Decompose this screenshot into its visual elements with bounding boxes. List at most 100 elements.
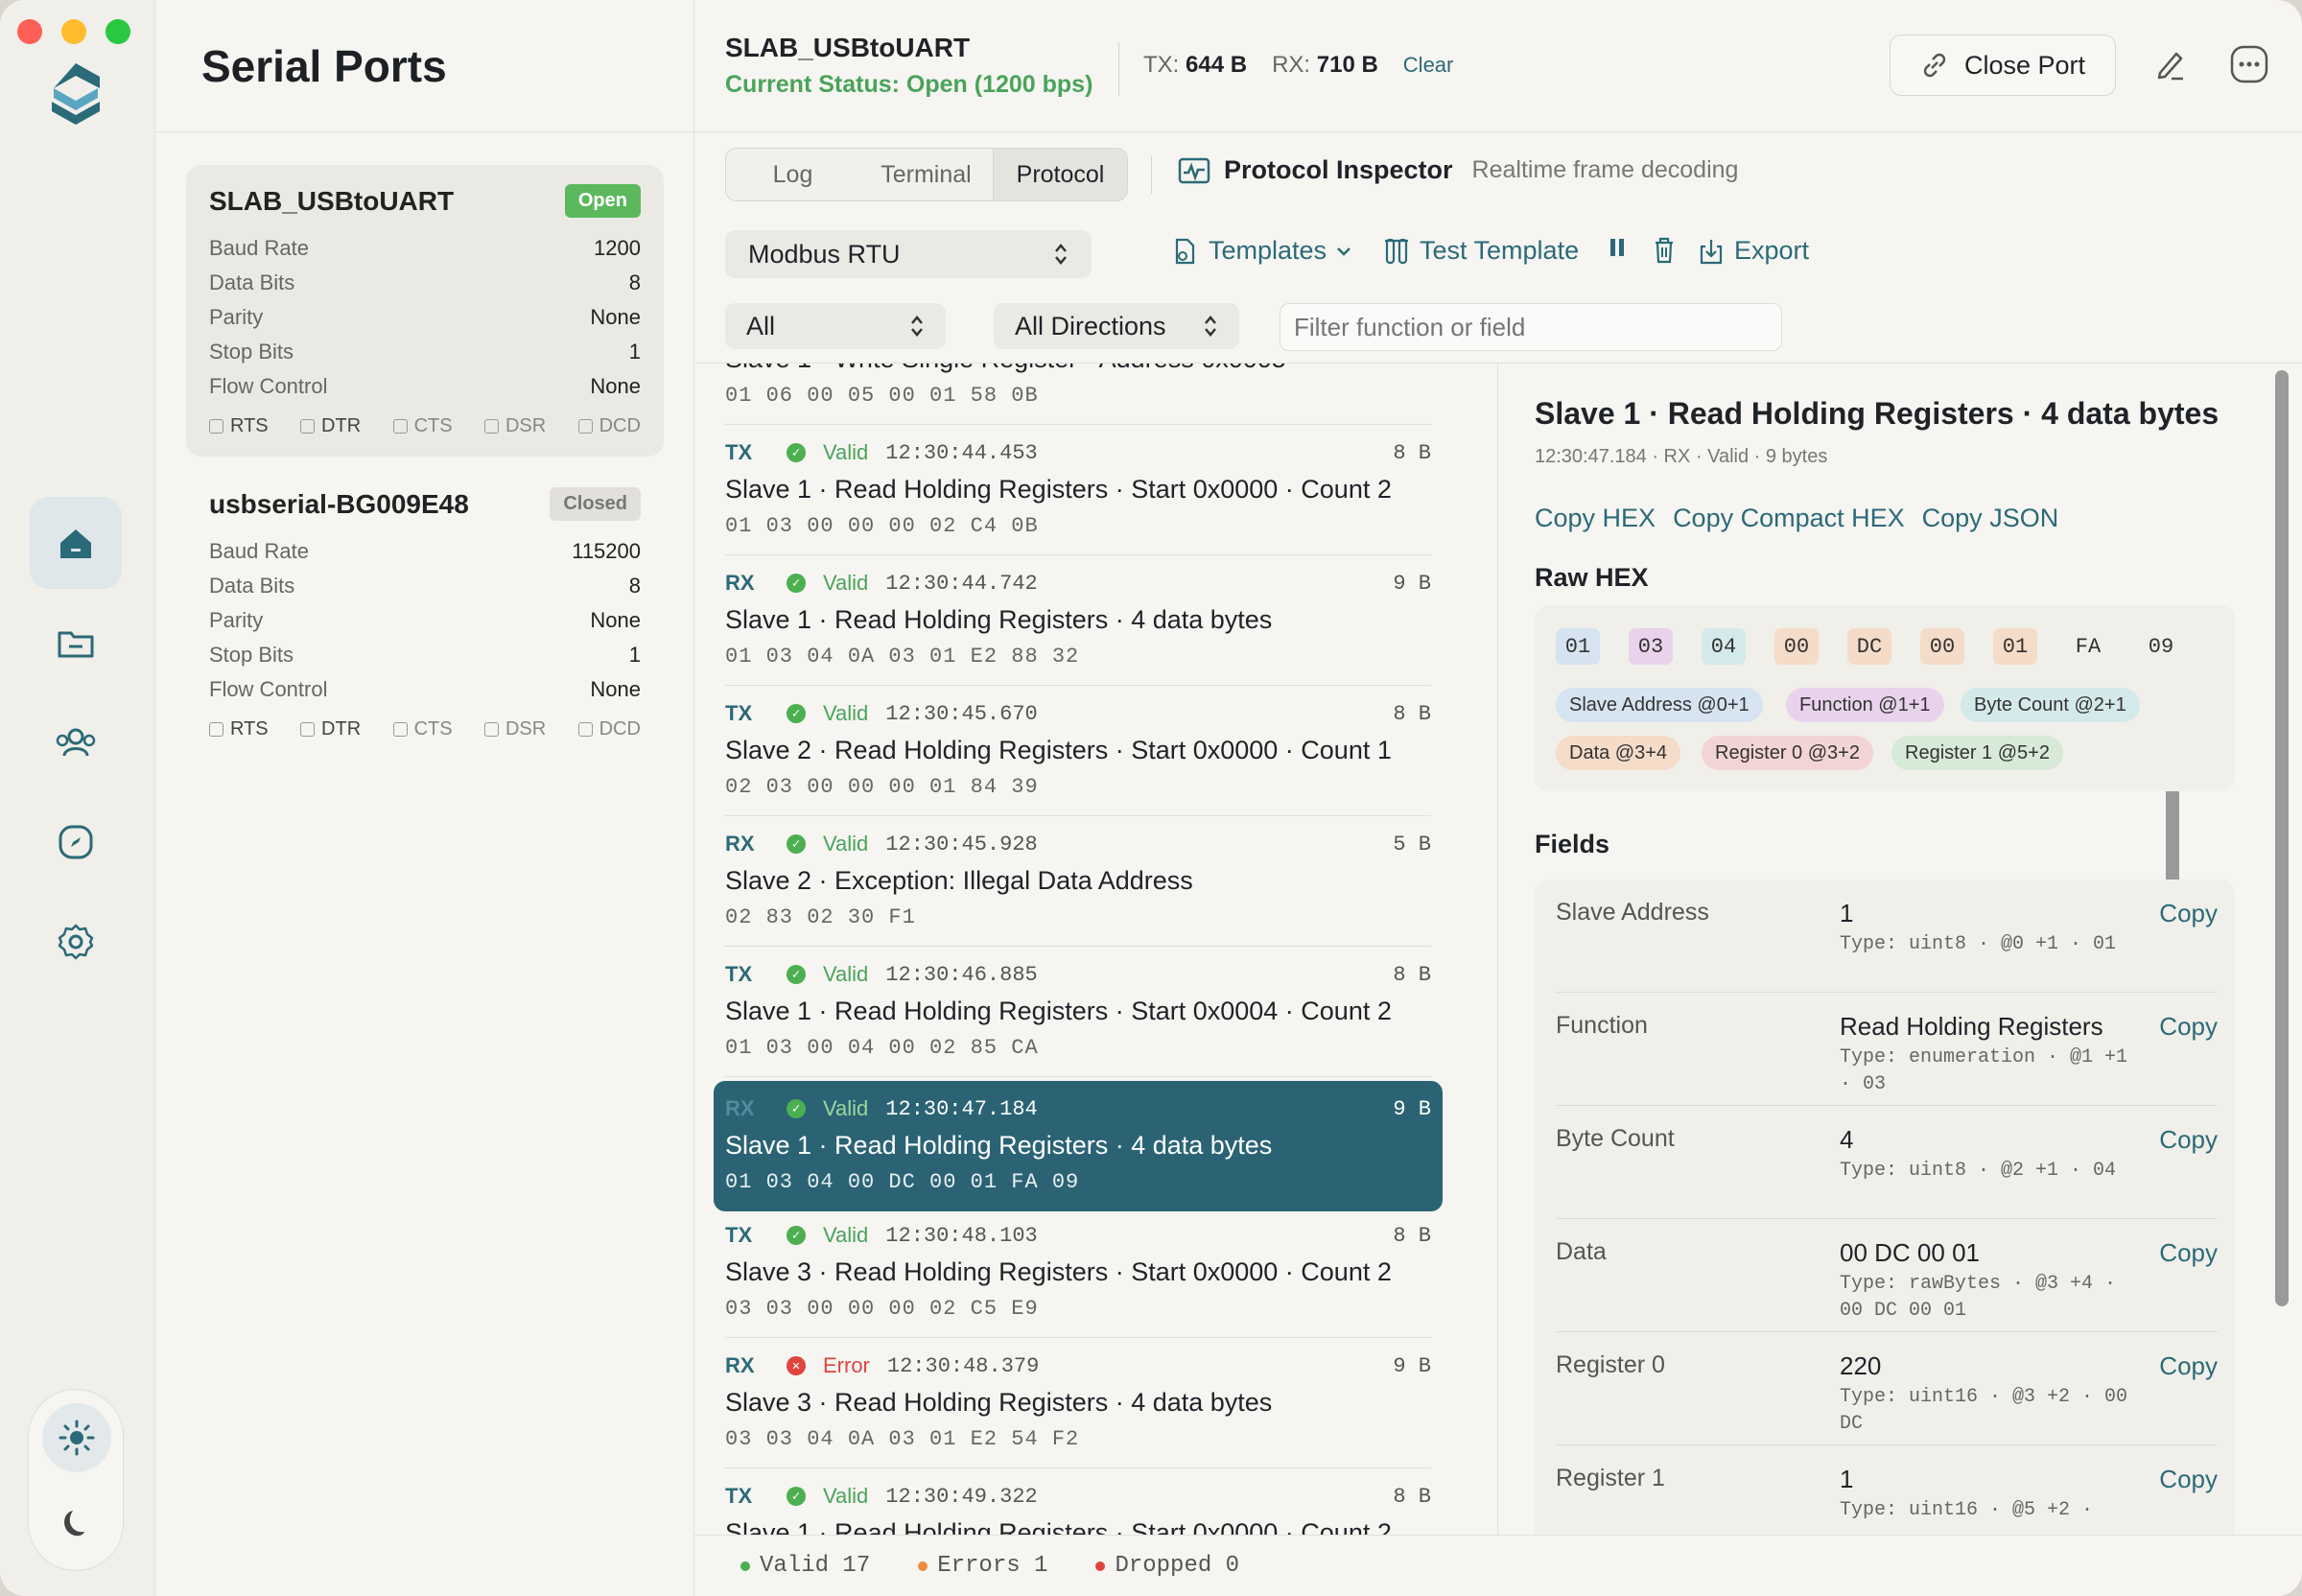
export-button[interactable]: Export (1698, 236, 1809, 266)
flag-dtr[interactable]: DTR (300, 415, 361, 437)
hex-byte[interactable]: FA (2066, 628, 2110, 665)
status-filter-select[interactable]: All (725, 303, 946, 349)
inspector-header: Protocol Inspector Realtime frame decodi… (1178, 155, 1738, 185)
copy-field-button[interactable]: Copy (2159, 1125, 2218, 1155)
hex-byte[interactable]: 04 (1702, 628, 1746, 665)
status-badge: Open (564, 184, 641, 218)
port-header: SLAB_USBtoUART Current Status: Open (120… (694, 0, 2302, 132)
trash-icon (1656, 237, 1673, 264)
hex-byte[interactable]: 01 (1993, 628, 2037, 665)
close-window-button[interactable] (17, 19, 42, 44)
pencil-icon (2157, 52, 2183, 81)
copy-hex-link[interactable]: Copy HEX (1535, 504, 1656, 533)
copy-field-button[interactable]: Copy (2159, 1012, 2218, 1042)
copy-compact-hex-link[interactable]: Copy Compact HEX (1673, 504, 1905, 533)
edit-button[interactable] (2150, 44, 2191, 84)
hex-byte[interactable]: 00 (1774, 628, 1819, 665)
segment-pill[interactable]: Function @1+1 (1786, 688, 1944, 722)
copy-field-button[interactable]: Copy (2159, 1465, 2218, 1494)
status-badge: Closed (550, 487, 641, 521)
hex-byte[interactable]: 09 (2139, 628, 2183, 665)
hex-byte[interactable]: DC (1847, 628, 1891, 665)
port-field-row: Parity None (209, 608, 641, 632)
flag-rts[interactable]: RTS (209, 718, 269, 740)
direction-filter-select[interactable]: All Directions (994, 303, 1239, 349)
clear-counters-button[interactable]: Clear (1403, 53, 1454, 77)
pause-button[interactable] (1608, 236, 1627, 259)
theme-switcher (28, 1389, 124, 1571)
more-button[interactable] (2229, 44, 2269, 84)
flag-dcd[interactable]: DCD (577, 415, 641, 437)
tab-protocol[interactable]: Protocol (993, 149, 1127, 200)
frame-entry[interactable]: TX ✓ Valid 12:30:48.103 8 B Slave 3 · Read H… (725, 1208, 1431, 1338)
flag-rts[interactable]: RTS (209, 415, 269, 437)
frame-entry[interactable]: RX ✕ Error 12:30:48.379 9 B Slave 3 · Read H… (725, 1338, 1431, 1468)
copy-json-link[interactable]: Copy JSON (1922, 504, 2059, 533)
gear-icon (58, 924, 94, 960)
frame-entry[interactable]: Slave 1 · Write Single Register · Addres… (725, 364, 1431, 425)
field-row: Data 00 DC 00 01 Type: rawBytes · @3 +4 · … (1556, 1219, 2218, 1332)
tab-log[interactable]: Log (726, 149, 859, 200)
raw-hex-box: 01 03 04 00 DC 00 01 FA 09 Slave Address… (1535, 605, 2235, 791)
segment-pill[interactable]: Register 1 @5+2 (1891, 736, 2063, 770)
close-port-button[interactable]: Close Port (1890, 35, 2116, 96)
zoom-window-button[interactable] (106, 19, 130, 44)
ports-sidebar: Serial Ports SLAB_USBtoUART Open Baud Rat… (155, 0, 817, 1596)
valid-check-icon: ✓ (787, 1226, 806, 1245)
port-field-row: Flow Control None (209, 374, 641, 398)
hex-byte[interactable]: 00 (1920, 628, 1964, 665)
signal-flags: RTS DTR CTS DSR DCD (209, 415, 641, 437)
hex-byte[interactable]: 01 (1556, 628, 1600, 665)
segment-pill[interactable]: Byte Count @2+1 (1961, 688, 2140, 722)
port-field-row: Flow Control None (209, 677, 641, 701)
copy-field-button[interactable]: Copy (2159, 1351, 2218, 1381)
port-field-row: Baud Rate 1200 (209, 236, 641, 260)
frame-entry-selected[interactable]: RX ✓ Valid 12:30:47.184 9 B Slave 1 · Read H… (714, 1081, 1443, 1211)
port-card-usbserial[interactable]: usbserial-BG009E48 Closed Baud Rate 115200… (186, 468, 664, 760)
port-field-row: Parity None (209, 305, 641, 329)
test-template-button[interactable]: Test Template (1383, 236, 1579, 266)
flag-dsr[interactable]: DSR (483, 415, 546, 437)
main-panel: SLAB_USBtoUART Current Status: Open (120… (694, 0, 2302, 1596)
dark-theme-button[interactable] (42, 1488, 111, 1557)
nav-rail (0, 0, 155, 1596)
frame-entry[interactable]: RX ✓ Valid 12:30:45.928 5 B Slave 2 · Except… (725, 816, 1431, 947)
flag-cts[interactable]: CTS (392, 718, 453, 740)
frame-entry[interactable]: RX ✓ Valid 12:30:44.742 9 B Slave 1 · Read H… (725, 555, 1431, 686)
frame-entry[interactable]: TX ✓ Valid 12:30:49.322 8 B Slave 1 · Read H… (725, 1468, 1431, 1535)
frame-entry[interactable]: TX ✓ Valid 12:30:46.885 8 B Slave 1 · Read H… (725, 947, 1431, 1077)
light-theme-button[interactable] (42, 1403, 111, 1472)
tab-terminal[interactable]: Terminal (859, 149, 993, 200)
detail-meta: 12:30:47.184 · RX · Valid · 9 bytes (1535, 446, 1828, 467)
nav-users-button[interactable] (30, 696, 122, 788)
frame-entry[interactable]: TX ✓ Valid 12:30:44.453 8 B Slave 1 · Read H… (725, 425, 1431, 555)
segment-pill[interactable]: Data @3+4 (1556, 736, 1681, 770)
flag-dsr[interactable]: DSR (483, 718, 546, 740)
detail-scrollbar[interactable] (2275, 370, 2289, 1306)
port-card-slab[interactable]: SLAB_USBtoUART Open Baud Rate 1200 Data Bi… (186, 165, 664, 457)
flag-cts[interactable]: CTS (392, 415, 453, 437)
field-row: Register 0 220 Type: uint16 · @3 +2 · 00 D… (1556, 1332, 2218, 1445)
copy-field-button[interactable]: Copy (2159, 899, 2218, 928)
frame-filter-input[interactable] (1280, 303, 1782, 351)
valid-check-icon: ✓ (787, 443, 806, 462)
flag-dtr[interactable]: DTR (300, 718, 361, 740)
templates-menu[interactable]: Templates (1172, 236, 1351, 266)
nav-folder-button[interactable] (30, 597, 122, 689)
minimize-window-button[interactable] (61, 19, 86, 44)
nav-settings-button[interactable] (30, 896, 122, 988)
test-tubes-icon (1385, 238, 1408, 264)
copy-field-button[interactable]: Copy (2159, 1238, 2218, 1268)
segment-pill[interactable]: Slave Address @0+1 (1556, 688, 1763, 722)
nav-home-button[interactable] (30, 497, 122, 589)
hex-byte[interactable]: 03 (1629, 628, 1673, 665)
delete-button[interactable] (1652, 236, 1677, 265)
valid-check-icon: ✓ (787, 574, 806, 593)
flag-dcd[interactable]: DCD (577, 718, 641, 740)
nav-compass-button[interactable] (30, 796, 122, 888)
protocol-select[interactable]: Modbus RTU (725, 230, 1092, 278)
segment-pill[interactable]: Register 0 @3+2 (1702, 736, 1873, 770)
fields-heading: Fields (1535, 830, 1610, 858)
valid-check-icon: ✓ (787, 834, 806, 854)
frame-entry[interactable]: TX ✓ Valid 12:30:45.670 8 B Slave 2 · Read H… (725, 686, 1431, 816)
